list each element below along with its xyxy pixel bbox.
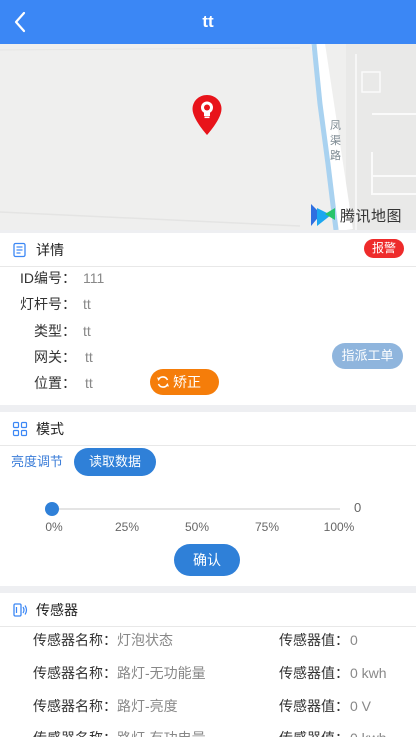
sensor-row: 传感器名称： 路灯-无功能量 传感器值： 0 kwh [0, 663, 416, 683]
correct-location-button[interactable]: 矫正 [150, 369, 219, 395]
map-provider-label: 腾讯地图 [340, 207, 403, 225]
slider-value: 0 [354, 500, 362, 515]
details-section: 详情 报警 ID编号： 111 灯杆号： tt 类型： tt 网关： tt 位置… [0, 233, 416, 405]
field-value-id: 111 [83, 270, 105, 286]
slider-tick: 100% [323, 520, 355, 534]
sensors-title: 传感器 [36, 602, 78, 618]
sensors-header: 传感器 [0, 593, 416, 627]
dispatch-work-order-button[interactable]: 指派工单 [332, 343, 403, 369]
sensor-icon [13, 603, 28, 617]
tencent-map-logo: 腾讯地图 [309, 202, 402, 228]
field-value-pole: tt [83, 296, 91, 312]
sensor-name: 路灯-有功电量 [117, 728, 206, 737]
refresh-icon [157, 376, 169, 388]
field-label: 类型： [34, 323, 76, 339]
sensor-value-label: 传感器值： [279, 665, 349, 681]
sensor-name-label: 传感器名称： [33, 665, 117, 681]
location-pin-icon[interactable] [191, 94, 223, 136]
mode-header: 模式 [0, 412, 416, 446]
field-row-location: 位置： [0, 373, 76, 393]
sensor-value: 0 kwh [350, 728, 387, 737]
details-header: 详情 报警 [0, 233, 416, 267]
sensor-name-label: 传感器名称： [33, 728, 117, 737]
slider-tick: 75% [254, 520, 280, 534]
top-bar: tt [0, 0, 416, 44]
read-data-button[interactable]: 读取数据 [74, 448, 156, 476]
field-label: 灯杆号： [20, 296, 76, 312]
field-value-type: tt [83, 323, 91, 339]
road-label: 凤渠路 [330, 120, 341, 162]
field-label: ID编号： [20, 270, 76, 286]
field-value-gateway: tt [85, 349, 93, 365]
slider-tick: 50% [184, 520, 210, 534]
alarm-button[interactable]: 报警 [364, 239, 404, 258]
sensor-value: 0 kwh [350, 665, 387, 681]
sensor-name: 路灯-无功能量 [117, 665, 206, 681]
correct-label: 矫正 [173, 374, 201, 390]
sensor-name-label: 传感器名称： [33, 698, 117, 714]
slider-track [52, 508, 340, 510]
confirm-button[interactable]: 确认 [174, 544, 240, 576]
field-row-pole: 灯杆号： [0, 294, 76, 314]
field-row-type: 类型： [0, 321, 76, 341]
sensor-row: 传感器名称： 路灯-亮度 传感器值： 0 V [0, 696, 416, 716]
app-screen: tt 凤渠路 腾讯地图 详情 报警 ID编号： 111 灯杆号： tt 类型： … [0, 0, 416, 737]
sensor-row: 传感器名称： 路灯-有功电量 传感器值： 0 kwh [0, 728, 416, 737]
brightness-slider[interactable] [44, 501, 340, 517]
mode-section: 模式 亮度调节 读取数据 0 0% 25% 50% 75% 100% 确认 [0, 412, 416, 586]
sensor-value-label: 传感器值： [279, 728, 349, 737]
sensors-section: 传感器 传感器名称： 灯泡状态 传感器值： 0 传感器名称： 路灯-无功能量 传… [0, 593, 416, 737]
mode-title: 模式 [36, 421, 64, 437]
brightness-label: 亮度调节 [11, 454, 64, 469]
sensor-value-label: 传感器值： [279, 698, 349, 714]
map-view[interactable]: 凤渠路 腾讯地图 [0, 44, 416, 230]
field-row-id: ID编号： [0, 268, 76, 288]
sensor-value: 0 V [350, 698, 372, 714]
slider-tick: 0% [45, 520, 63, 534]
details-title: 详情 [36, 242, 64, 258]
sensor-value-label: 传感器值： [279, 632, 349, 648]
sensor-name-label: 传感器名称： [33, 632, 117, 648]
sensor-value: 0 [350, 632, 358, 648]
document-icon [13, 242, 26, 258]
field-value-location: tt [85, 375, 93, 391]
sensor-row: 传感器名称： 灯泡状态 传感器值： 0 [0, 630, 416, 650]
sensor-name: 路灯-亮度 [117, 698, 178, 714]
slider-thumb[interactable] [45, 502, 59, 516]
field-label: 网关： [34, 349, 76, 365]
tencent-map-icon [311, 204, 335, 226]
page-title: tt [202, 12, 214, 31]
slider-tick: 25% [114, 520, 140, 534]
field-label: 位置： [34, 375, 76, 391]
sensor-name: 灯泡状态 [117, 632, 173, 648]
grid-icon [12, 421, 28, 437]
field-row-gateway: 网关： [0, 347, 76, 367]
